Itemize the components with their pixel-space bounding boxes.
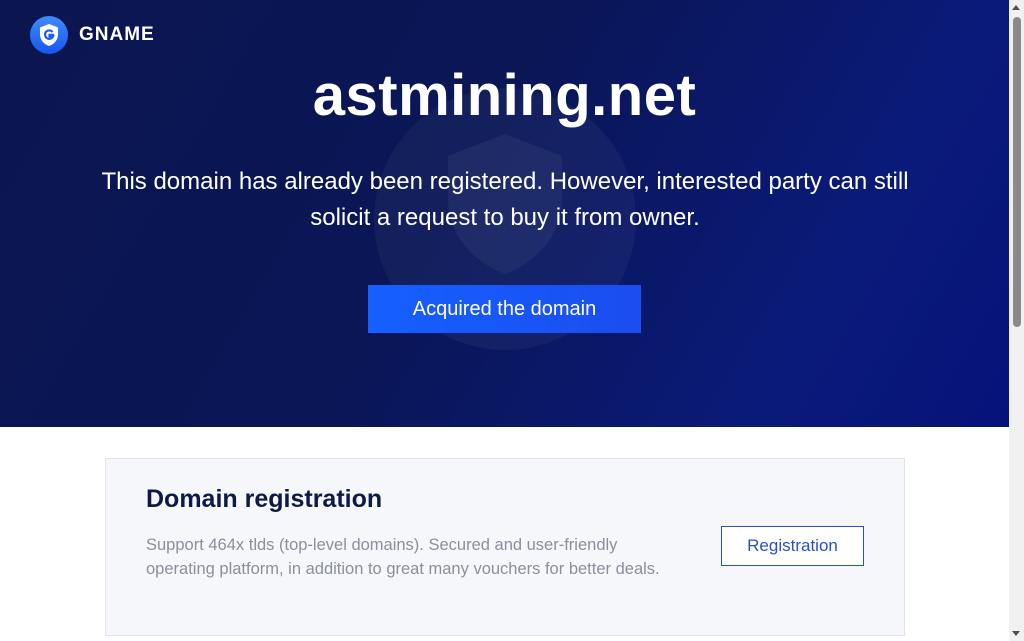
gname-logo-icon bbox=[30, 16, 68, 54]
hero-banner: GNAME astmining.net This domain has alre… bbox=[0, 0, 1009, 427]
acquire-domain-button[interactable]: Acquired the domain bbox=[368, 285, 641, 333]
card-title: Domain registration bbox=[146, 485, 383, 513]
scroll-up-arrow-icon[interactable] bbox=[1012, 5, 1020, 10]
brand[interactable]: GNAME bbox=[30, 16, 155, 54]
scroll-thumb[interactable] bbox=[1013, 17, 1021, 327]
registration-button[interactable]: Registration bbox=[721, 526, 864, 566]
card-description: Support 464x tlds (top-level domains). S… bbox=[146, 536, 660, 578]
brand-name: GNAME bbox=[79, 24, 155, 45]
scroll-down-arrow-icon[interactable] bbox=[1012, 631, 1020, 636]
hero-description: This domain has already been registered.… bbox=[101, 168, 909, 231]
vertical-scrollbar[interactable] bbox=[1009, 0, 1024, 641]
page: GNAME astmining.net This domain has alre… bbox=[0, 0, 1024, 641]
domain-title: astmining.net bbox=[312, 63, 697, 128]
domain-registration-card: Domain registration Support 464x tlds (t… bbox=[105, 458, 905, 636]
